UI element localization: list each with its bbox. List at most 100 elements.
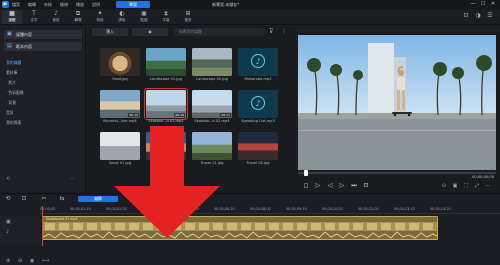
tool-text[interactable]: T 文字: [24, 10, 44, 24]
media-item[interactable]: Sport 02.jpg: [146, 132, 186, 170]
media-item-name: Travel 01.jpg: [200, 161, 224, 165]
tool-color[interactable]: ◐ 調色: [112, 10, 132, 24]
swap-icon[interactable]: ⇆: [58, 195, 66, 203]
media-thumbnail: [146, 132, 186, 160]
timeline-panel: ⟲ ⊡ ✂ ⇆ 編輯 腳本模式 00;00;00 00;00;01;10 00;…: [0, 193, 500, 265]
close-icon[interactable]: ✕: [490, 1, 496, 7]
subtitle-icon: ⧗: [163, 10, 169, 17]
sidebar-item-background[interactable]: · 背景: [6, 100, 16, 106]
tool-subtitle[interactable]: ⧗ 字幕: [156, 10, 176, 24]
import-button[interactable]: 匯入: [92, 28, 128, 36]
media-item[interactable]: 00:10 Mountai...iker.mp4: [100, 90, 140, 128]
play-icon[interactable]: ▷: [314, 182, 322, 190]
layout-icon[interactable]: ⊡: [462, 12, 470, 20]
music-note-icon: ♪: [251, 96, 265, 110]
sidebar-item-color-patterns[interactable]: · 色彩圖樣: [6, 90, 24, 96]
view-toggle-button[interactable]: ◉: [132, 28, 168, 36]
snapshot-icon[interactable]: ⊡: [362, 182, 370, 190]
split-scissors-icon[interactable]: ✂: [40, 195, 48, 203]
ruler-tick: 00;00;14;20: [430, 207, 451, 211]
display-icon[interactable]: ▣: [451, 182, 459, 190]
camera-icon[interactable]: ⊙: [440, 182, 448, 190]
media-thumbnail: [192, 132, 232, 160]
snap-icon[interactable]: ◉: [30, 257, 34, 265]
sidebar-item-audio[interactable]: 音訊: [6, 110, 14, 116]
tool-label: 音訊: [52, 18, 60, 22]
title-bar: ▶ 檔案 編輯 外掛 檢視 播放 說明 專案 新專案.未儲存* — ☐ ✕: [0, 0, 500, 9]
tool-effects[interactable]: ✦ 特效: [90, 10, 110, 24]
zoom-in-icon[interactable]: ⊕: [6, 257, 10, 265]
preview-scrubber[interactable]: [298, 170, 496, 176]
menu-file[interactable]: 檔案: [12, 2, 20, 8]
media-item[interactable]: Travel 02.jpg: [238, 132, 278, 170]
menu-plugins[interactable]: 外掛: [44, 2, 52, 8]
maximize-icon[interactable]: ☐: [480, 1, 486, 7]
media-icon: ▦: [9, 10, 15, 17]
add-icon[interactable]: ⋮: [281, 28, 287, 36]
previous-frame-icon[interactable]: ◁: [326, 182, 334, 190]
sidebar-item-my-media[interactable]: 我的媒體: [6, 60, 21, 66]
tab-media-content[interactable]: ▣ 媒體內容: [4, 30, 82, 39]
media-item[interactable]: Landscape 01.jpg: [146, 48, 186, 86]
media-item-selected[interactable]: 00:15 Skatebo...d 01.mp4: [144, 88, 188, 128]
theme-icon[interactable]: ◑: [474, 12, 482, 20]
fast-forward-icon[interactable]: ⏭: [350, 182, 358, 190]
app-logo-icon: ▶: [2, 1, 9, 8]
undock-icon[interactable]: ⤢: [473, 182, 481, 190]
video-track-icon[interactable]: ▣: [6, 219, 11, 225]
sidebar-item-my-projects[interactable]: 我的專案: [6, 120, 21, 126]
timeline-clip[interactable]: Skateboard 01.mp4: [42, 216, 438, 240]
media-item[interactable]: Sport 01.jpg: [100, 132, 140, 170]
media-item-name: Sport 02.jpg: [154, 161, 178, 165]
minimize-icon[interactable]: —: [470, 1, 476, 7]
media-item[interactable]: 00:11 Skatebo...d 02.mp4: [192, 90, 232, 128]
menu-edit[interactable]: 編輯: [28, 2, 36, 8]
media-item[interactable]: Landscape 02.jpg: [192, 48, 232, 86]
tab-storyboard[interactable]: 腳本模式: [124, 196, 164, 202]
media-item-name: Mahoroba.mp3: [244, 77, 272, 81]
trim-icon[interactable]: ⊡: [20, 195, 28, 203]
undo-icon[interactable]: ⟲: [4, 195, 12, 203]
timeline-ruler[interactable]: 00;00;00 00;00;01;10 00;00;02;20 00;00;0…: [40, 206, 500, 214]
menu-help[interactable]: 說明: [92, 2, 100, 8]
filter-icon[interactable]: ⊽: [269, 28, 273, 36]
stop-icon[interactable]: ◻: [302, 182, 310, 190]
media-item[interactable]: ♪ Mahoroba.mp3: [238, 48, 278, 86]
media-item[interactable]: ♪ Speaking Out.mp3: [238, 90, 278, 128]
tool-more[interactable]: ⊞ 更多: [178, 10, 198, 24]
scrubber-handle[interactable]: [303, 170, 308, 176]
audio-track-icon[interactable]: ♪: [6, 229, 9, 235]
ruler-tick: 00;00;12;00: [358, 207, 379, 211]
tool-audio[interactable]: ♪ 音訊: [46, 10, 66, 24]
refresh-icon[interactable]: ⟲: [6, 176, 10, 182]
more-icon[interactable]: ⋯: [484, 182, 492, 190]
ruler-tick: 00;00;06;20: [214, 207, 235, 211]
more-icon[interactable]: ⋯: [70, 176, 75, 182]
playhead[interactable]: [42, 206, 43, 246]
ruler-tick: 00;00;05;10: [178, 207, 199, 211]
zoom-out-icon[interactable]: ⊖: [18, 257, 22, 265]
project-button[interactable]: 專案: [116, 1, 150, 8]
sidebar-item-library[interactable]: 素材庫: [6, 70, 17, 76]
tool-label: 更多: [184, 18, 192, 22]
media-item-name: Food.jpg: [112, 77, 128, 81]
fit-icon[interactable]: ⟷: [42, 257, 49, 265]
tool-label: 字幕: [162, 18, 170, 22]
tab-template-content[interactable]: ▤ 範本內容: [4, 42, 82, 51]
preview-video[interactable]: [298, 35, 496, 170]
tool-transition[interactable]: ⧉ 轉場: [68, 10, 88, 24]
tool-sticker[interactable]: ▣ 貼圖: [134, 10, 154, 24]
menu-playback[interactable]: 播放: [76, 2, 84, 8]
tool-label: 特效: [96, 18, 104, 22]
media-thumbnail: 00:10: [100, 90, 140, 118]
menu-icon[interactable]: ☰: [486, 12, 494, 20]
media-item[interactable]: Travel 01.jpg: [192, 132, 232, 170]
fullscreen-icon[interactable]: ⛶: [462, 182, 470, 190]
next-frame-icon[interactable]: ▷: [338, 182, 346, 190]
media-search-input[interactable]: 搜尋我的媒體: [174, 28, 266, 36]
menu-view[interactable]: 檢視: [60, 2, 68, 8]
tab-edit[interactable]: 編輯: [78, 196, 118, 202]
media-item[interactable]: Food.jpg: [100, 48, 140, 86]
tool-media[interactable]: ▦ 媒體: [2, 10, 22, 24]
sidebar-item-video[interactable]: · 影片: [6, 80, 16, 86]
